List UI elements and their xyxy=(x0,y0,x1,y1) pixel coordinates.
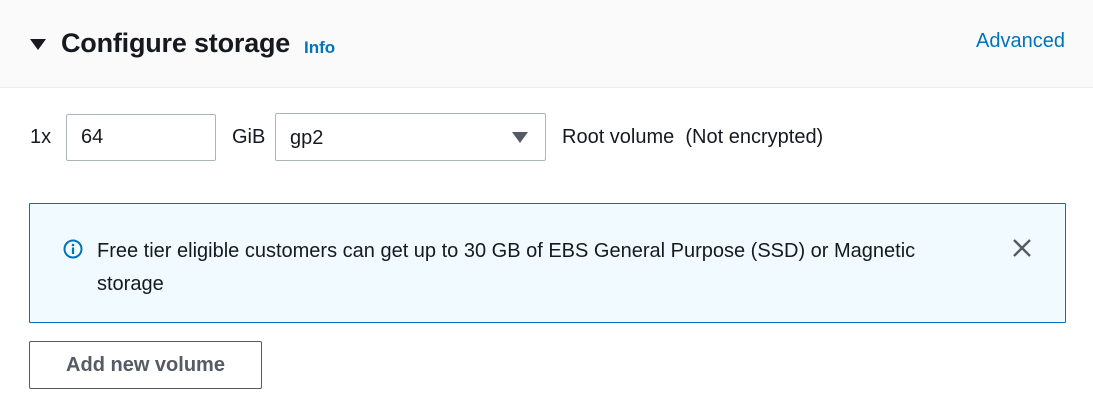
free-tier-info-alert: Free tier eligible customers can get up … xyxy=(29,203,1066,323)
volume-unit-label: GiB xyxy=(232,126,266,148)
advanced-link[interactable]: Advanced xyxy=(976,30,1065,53)
volume-description: Root volume (Not encrypted) xyxy=(562,126,824,148)
close-icon[interactable] xyxy=(1011,237,1033,259)
add-new-volume-button[interactable]: Add new volume xyxy=(29,341,262,389)
section-header: Configure storage Info Advanced xyxy=(0,0,1093,88)
info-circle-icon xyxy=(63,239,83,259)
volume-type-select[interactable]: gp2 xyxy=(275,113,546,161)
alert-message: Free tier eligible customers can get up … xyxy=(97,240,916,295)
dropdown-caret-icon xyxy=(512,132,528,143)
volume-size-input[interactable] xyxy=(66,114,216,161)
volume-type-value: gp2 xyxy=(290,127,324,149)
collapse-caret-icon[interactable] xyxy=(30,39,46,50)
info-link[interactable]: Info xyxy=(304,38,335,58)
section-title: Configure storage xyxy=(61,28,291,58)
volume-count-label: 1x xyxy=(30,126,52,148)
